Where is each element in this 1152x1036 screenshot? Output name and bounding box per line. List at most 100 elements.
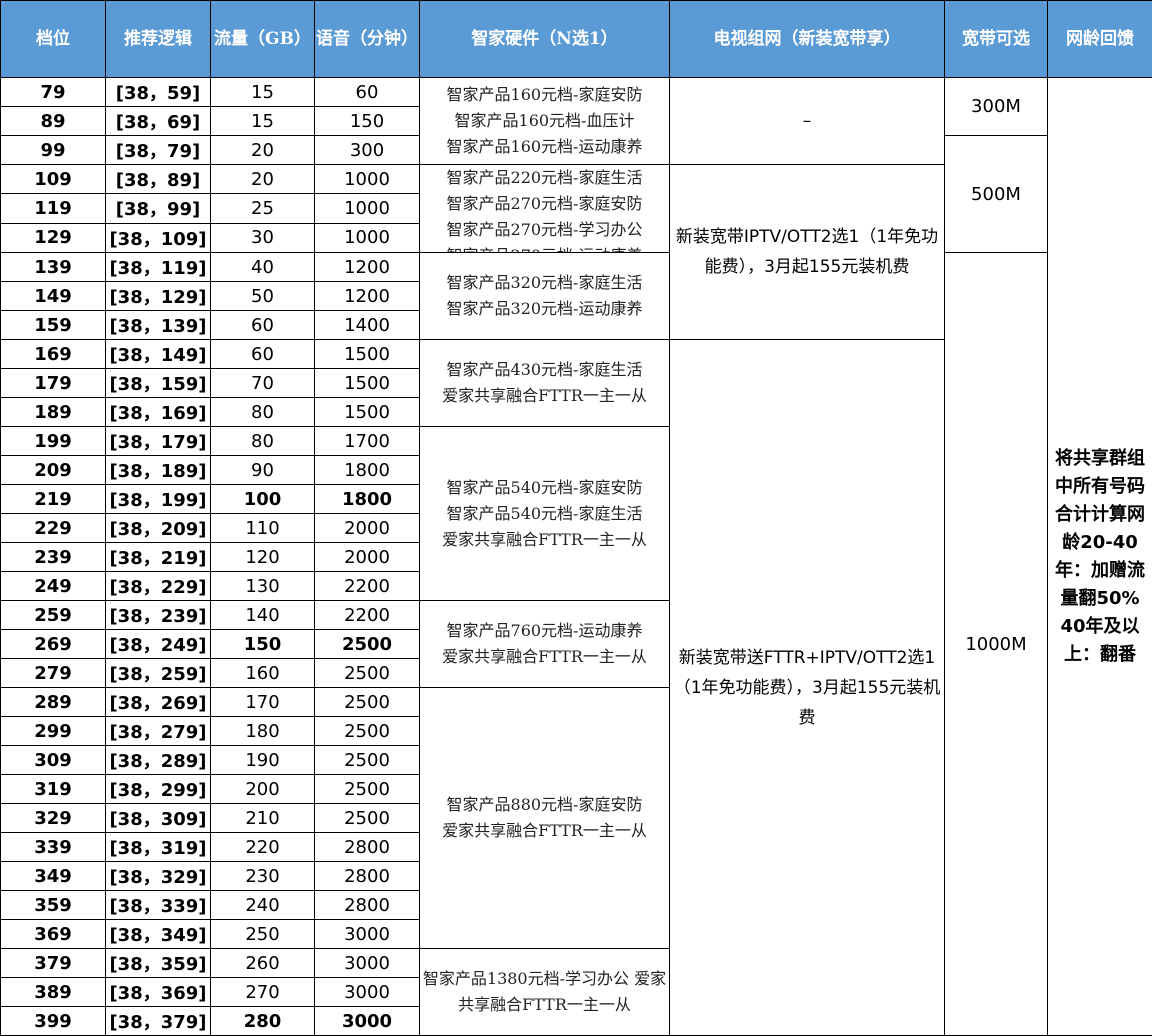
voice-cell: 2000 <box>314 542 420 572</box>
header-logic: 推荐逻辑 <box>105 0 211 78</box>
logic-cell: [38，69] <box>105 106 211 136</box>
logic-cell: [38，379] <box>105 1006 211 1036</box>
tier-cell: 109 <box>0 163 106 195</box>
broadband-option-cell: 1000M <box>944 252 1048 1036</box>
voice-cell: 1800 <box>314 484 420 514</box>
tier-cell: 289 <box>0 687 106 717</box>
logic-cell: [38，369] <box>105 977 211 1007</box>
tier-cell: 399 <box>0 1006 106 1036</box>
logic-cell: [38，189] <box>105 455 211 485</box>
voice-cell: 1400 <box>314 310 420 340</box>
voice-cell: 300 <box>314 135 420 165</box>
tier-cell: 309 <box>0 745 106 775</box>
logic-cell: [38，359] <box>105 948 211 978</box>
logic-cell: [38，249] <box>105 629 211 659</box>
voice-cell: 1800 <box>314 455 420 485</box>
voice-cell: 60 <box>314 77 420 107</box>
voice-cell: 2800 <box>314 890 420 920</box>
voice-cell: 2800 <box>314 832 420 862</box>
logic-cell: [38，279] <box>105 716 211 746</box>
logic-cell: [38，119] <box>105 252 211 282</box>
logic-cell: [38，239] <box>105 600 211 630</box>
voice-cell: 3000 <box>314 1006 420 1036</box>
data-cell: 25 <box>210 193 315 224</box>
hardware-option: 智家产品430元档-家庭生活 <box>446 360 643 379</box>
hardware-options-cell: 智家产品160元档-家庭安防 智家产品160元档-血压计 智家产品160元档-运动康… <box>419 77 670 165</box>
voice-cell: 2200 <box>314 600 420 630</box>
hardware-option: 智家产品160元档-血压计 <box>454 111 635 130</box>
data-cell: 210 <box>210 803 315 833</box>
tier-cell: 369 <box>0 919 106 949</box>
hardware-option: 智家产品540元档-家庭生活 <box>446 503 643 523</box>
voice-cell: 1500 <box>314 339 420 369</box>
voice-cell: 3000 <box>314 977 420 1007</box>
hardware-option: 智家产品320元档-家庭生活 <box>446 273 643 292</box>
header-hardware: 智家硬件（N选1） <box>419 0 670 78</box>
header-broadband: 宽带可选 <box>944 0 1048 78</box>
voice-cell: 1500 <box>314 368 420 398</box>
header-tier: 档位 <box>0 0 106 78</box>
data-cell: 40 <box>210 252 315 282</box>
tier-cell: 169 <box>0 339 106 369</box>
voice-cell: 2500 <box>314 803 420 833</box>
voice-cell: 1200 <box>314 252 420 282</box>
hardware-option: 智家产品880元档-家庭安防 <box>446 795 643 814</box>
logic-cell: [38，229] <box>105 571 211 601</box>
tier-cell: 219 <box>0 484 106 514</box>
hardware-option: 爱家共享融合FTTR一主一从 <box>442 529 647 549</box>
voice-cell: 1000 <box>314 193 420 224</box>
header-row: 档位 推荐逻辑 流量（GB） 语音（分钟） 智家硬件（N选1） 电视组网（新装宽… <box>0 0 1152 78</box>
logic-cell: [38，209] <box>105 513 211 543</box>
hardware-options-cell: 智家产品320元档-家庭生活 智家产品320元档-运动康养 <box>419 252 670 340</box>
hardware-options-cell: 智家产品220元档-家庭生活 智家产品270元档-家庭安防 智家产品270元档-学习… <box>419 164 670 253</box>
tier-cell: 299 <box>0 716 106 746</box>
data-cell: 20 <box>210 163 315 195</box>
tier-cell: 379 <box>0 948 106 978</box>
voice-cell: 2500 <box>314 629 420 659</box>
tier-cell: 229 <box>0 513 106 543</box>
hardware-options-cell: 智家产品880元档-家庭安防 爱家共享融合FTTR一主一从 <box>419 687 670 949</box>
data-cell: 160 <box>210 658 315 688</box>
data-cell: 230 <box>210 861 315 891</box>
hardware-option: 爱家共享融合FTTR一主一从 <box>442 647 647 666</box>
data-cell: 270 <box>210 977 315 1007</box>
tv-networking-cell: 新装宽带IPTV/OTT2选1（1年免功能费），3月起155元装机费 <box>669 164 945 340</box>
data-cell: 90 <box>210 455 315 485</box>
voice-cell: 1000 <box>314 163 420 195</box>
header-data: 流量（GB） <box>210 0 315 78</box>
voice-cell: 2500 <box>314 658 420 688</box>
logic-cell: [38，89] <box>105 163 211 195</box>
data-cell: 20 <box>210 135 315 165</box>
voice-cell: 1200 <box>314 281 420 311</box>
header-tv: 电视组网（新装宽带享） <box>669 0 945 78</box>
hardware-option: 智家产品160元档-家庭安防 <box>446 85 643 104</box>
data-cell: 200 <box>210 774 315 804</box>
tier-cell: 269 <box>0 629 106 659</box>
data-cell: 30 <box>210 222 315 254</box>
tier-cell: 329 <box>0 803 106 833</box>
hardware-options-cell: 智家产品430元档-家庭生活 爱家共享融合FTTR一主一从 <box>419 339 670 427</box>
hardware-option: 智家产品1380元档-学习办公 爱家共享融合FTTR一主一从 <box>422 969 667 1014</box>
hardware-option: 智家产品270元档-学习办公 <box>446 220 643 239</box>
tier-cell: 89 <box>0 106 106 136</box>
data-cell: 80 <box>210 397 315 427</box>
header-loyalty: 网龄回馈 <box>1047 0 1152 78</box>
tv-networking-cell: 新装宽带送FTTR+IPTV/OTT2选1（1年免功能费），3月起155元装机费 <box>669 339 945 1036</box>
logic-cell: [38，79] <box>105 135 211 165</box>
voice-cell: 1000 <box>314 222 420 254</box>
logic-cell: [38，169] <box>105 397 211 427</box>
tier-cell: 179 <box>0 368 106 398</box>
voice-cell: 2500 <box>314 716 420 746</box>
logic-cell: [38，109] <box>105 222 211 254</box>
broadband-option-cell: 500M <box>944 135 1048 253</box>
data-cell: 190 <box>210 745 315 775</box>
tier-cell: 359 <box>0 890 106 920</box>
tier-cell: 99 <box>0 135 106 165</box>
logic-cell: [38，339] <box>105 890 211 920</box>
tier-cell: 79 <box>0 77 106 107</box>
hardware-option: 智家产品160元档-运动康养 <box>446 137 643 156</box>
table-body: 79 [38，59] 15 60 智家产品160元档-家庭安防 智家产品160元档-血压计… <box>0 77 1152 1036</box>
data-cell: 240 <box>210 890 315 920</box>
hardware-options-cell: 智家产品1380元档-学习办公 爱家共享融合FTTR一主一从 <box>419 948 670 1036</box>
tier-cell: 239 <box>0 542 106 572</box>
